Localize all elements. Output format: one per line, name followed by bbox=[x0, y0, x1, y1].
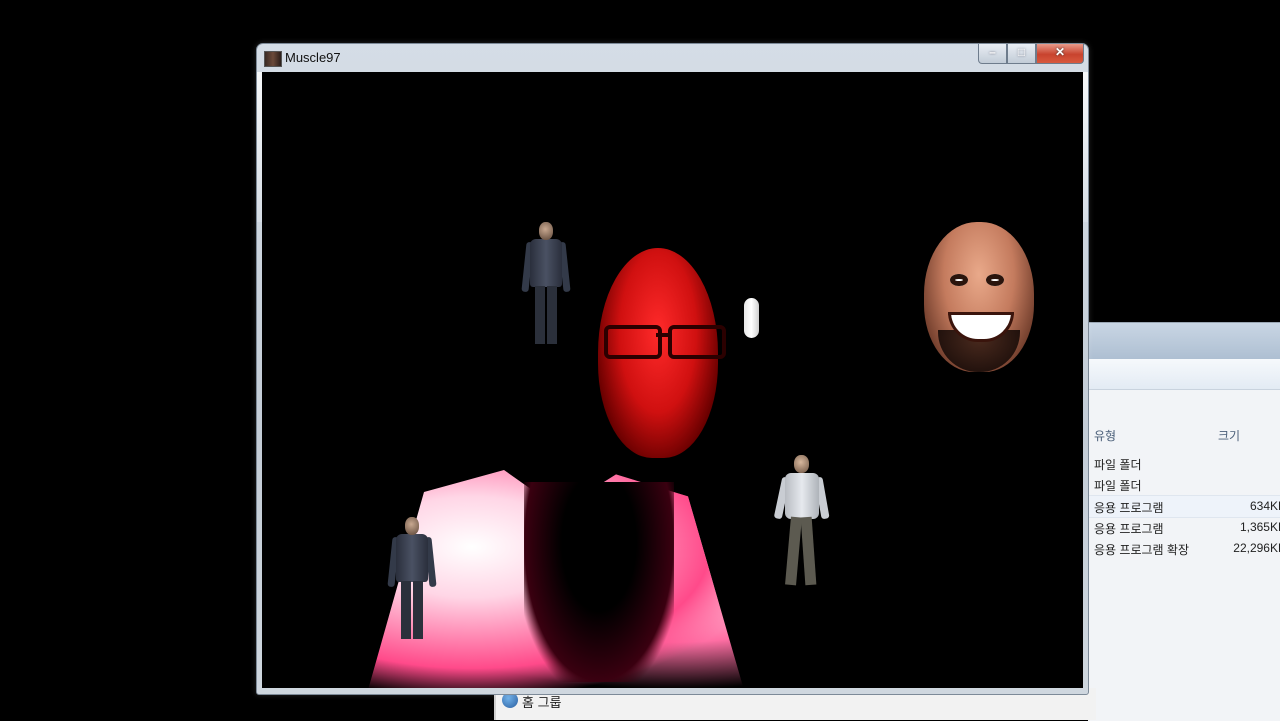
explorer-column-headers: 유형 크기 bbox=[1094, 423, 1280, 445]
close-icon: ✕ bbox=[1054, 45, 1066, 59]
window-frame-highlight-right bbox=[1083, 72, 1088, 222]
minimize-icon: – bbox=[989, 45, 996, 59]
app-icon bbox=[264, 51, 282, 67]
file-row-selected[interactable]: 응용 프로그램 634KB bbox=[1088, 495, 1280, 518]
explorer-toolbar bbox=[1088, 359, 1280, 390]
background-explorer-window: 유형 크기 파일 폴더 파일 폴더 응용 프로그램 634KB 응용 프로그램 … bbox=[1088, 322, 1280, 721]
coat-shadow bbox=[524, 482, 674, 682]
glasses-sprite bbox=[604, 325, 726, 359]
file-row[interactable]: 파일 폴더 bbox=[1088, 474, 1280, 495]
lens-left bbox=[604, 325, 662, 359]
file-row[interactable]: 응용 프로그램 확장 22,296KB bbox=[1088, 538, 1280, 559]
file-type: 응용 프로그램 확장 bbox=[1094, 543, 1189, 557]
file-row[interactable]: 파일 폴더 bbox=[1088, 453, 1280, 474]
eye-left bbox=[950, 274, 968, 286]
minimize-button[interactable]: – bbox=[978, 44, 1007, 64]
eye-right bbox=[986, 274, 1004, 286]
maximize-button[interactable]: □ bbox=[1007, 44, 1036, 64]
maximize-icon: □ bbox=[1017, 45, 1026, 59]
suited-man-sprite-top bbox=[521, 222, 571, 346]
column-header-type[interactable]: 유형 bbox=[1094, 427, 1116, 444]
file-size: 634KB bbox=[1249, 499, 1280, 513]
file-size: 1,365KB bbox=[1239, 520, 1280, 534]
file-type: 파일 폴더 bbox=[1094, 458, 1142, 472]
column-header-size[interactable]: 크기 bbox=[1218, 427, 1240, 444]
explorer-titlebar bbox=[1088, 323, 1280, 359]
file-type: 응용 프로그램 bbox=[1094, 522, 1164, 536]
white-pill-sprite bbox=[744, 298, 759, 338]
window-titlebar[interactable]: Muscle97 – □ ✕ bbox=[257, 44, 1088, 72]
file-row[interactable]: 응용 프로그램 1,365KB bbox=[1088, 517, 1280, 538]
close-button[interactable]: ✕ bbox=[1036, 44, 1084, 64]
lens-right bbox=[668, 325, 726, 359]
game-window[interactable]: Muscle97 – □ ✕ bbox=[256, 43, 1089, 695]
grinning-bald-head-sprite bbox=[924, 222, 1034, 372]
suited-man-sprite-bottom bbox=[387, 517, 437, 641]
window-title: Muscle97 bbox=[285, 50, 341, 65]
window-controls: – □ ✕ bbox=[978, 44, 1084, 64]
game-canvas[interactable] bbox=[262, 72, 1083, 688]
file-type: 응용 프로그램 bbox=[1094, 501, 1164, 515]
casual-man-sprite bbox=[773, 455, 830, 589]
file-type: 파일 폴더 bbox=[1094, 479, 1142, 493]
file-size: 22,296KB bbox=[1233, 541, 1280, 555]
